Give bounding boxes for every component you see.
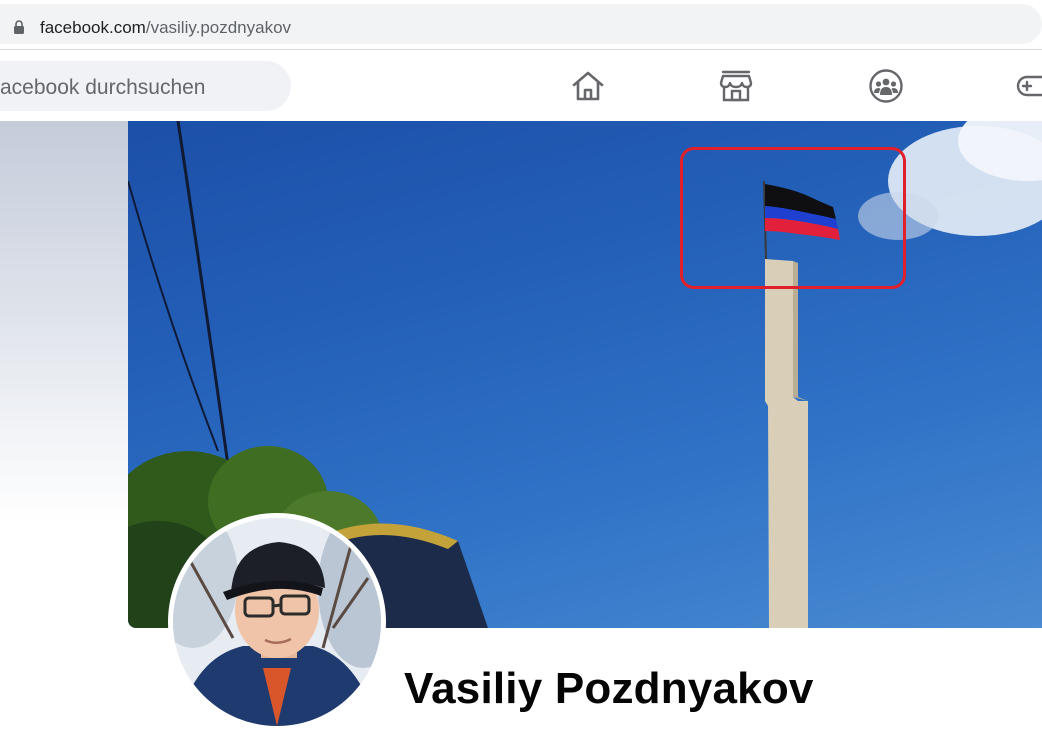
avatar-photo <box>173 518 381 726</box>
groups-icon[interactable] <box>868 68 904 104</box>
profile-name: Vasiliy Pozdnyakov <box>404 664 814 713</box>
url-domain: facebook.com <box>40 18 146 37</box>
url-text[interactable]: facebook.com/vasiliy.pozdnyakov <box>40 18 291 38</box>
gaming-icon[interactable] <box>1016 68 1042 104</box>
browser-address-bar: facebook.com/vasiliy.pozdnyakov <box>0 0 1042 50</box>
marketplace-icon[interactable] <box>718 68 754 104</box>
url-path: /vasiliy.pozdnyakov <box>145 18 292 37</box>
profile-avatar[interactable] <box>168 513 386 731</box>
url-field[interactable]: facebook.com/vasiliy.pozdnyakov <box>0 4 1042 44</box>
page-background-fade <box>0 121 128 521</box>
home-icon[interactable] <box>570 68 606 104</box>
wire <box>128 180 219 452</box>
avatar-portrait <box>173 518 381 726</box>
flag-highlight-box <box>680 147 906 289</box>
search-placeholder: acebook durchsuchen <box>0 76 206 99</box>
facebook-top-nav: acebook durchsuchen <box>0 50 1042 121</box>
wire <box>176 121 235 502</box>
obelisk <box>765 259 808 628</box>
lock-icon <box>14 20 24 34</box>
